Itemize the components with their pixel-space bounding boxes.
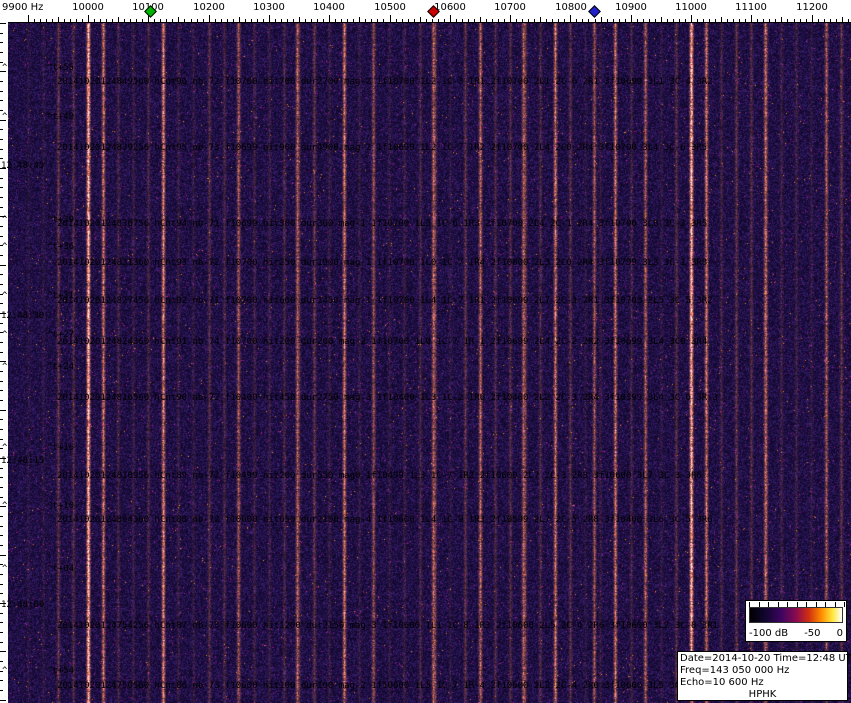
detection-log-line: 20141020124831360 hCnt93 nb-72 f10700 hi… [57, 258, 708, 268]
detection-log-line: 20141020124810956 hCnt89 nb-72 f10499 hi… [57, 471, 702, 481]
colorbar-label-max: 0 [836, 628, 843, 639]
detection-log-line: 20141020124849560 hCnt96 nb-72 f10700 hi… [57, 77, 713, 87]
detection-caret: ^ [2, 63, 8, 73]
info-echo: Echo=10 600 Hz [680, 677, 764, 688]
detection-caret: ^ [2, 666, 8, 676]
colorbar-tick [844, 602, 845, 607]
detection-caret: ^ [2, 242, 8, 252]
spectrogram-window: 9900 Hz100001010010200103001040010500106… [0, 0, 851, 703]
time-label: 12:48:30 [1, 311, 45, 321]
detection-log-line: 20141020124754256 hCnt87 nb-73 f10600 hi… [57, 621, 719, 631]
colorbar-gradient [749, 607, 843, 623]
time-label: 12:48:45 [1, 161, 45, 171]
detection-tag: ^t+10 [47, 501, 75, 511]
colorbar-label-mid: -50 [804, 628, 821, 639]
detection-tag: ^t+24 [47, 362, 75, 372]
detection-tag: ^t+54 [47, 666, 75, 676]
detection-tag: ^t+16 [47, 443, 75, 453]
detection-log-line: 20141020124839256 hCnt95 nb-73 f10699 hi… [57, 143, 708, 153]
detection-caret: ^ [2, 501, 8, 511]
detection-caret: ^ [2, 112, 8, 122]
detection-log-line: 20141020124816560 hCnt90 nb-72 f10400 hi… [57, 393, 719, 403]
colorbar-panel: -100 dB -50 0 [745, 600, 847, 642]
detection-log-line: 20141020124824360 hCnt91 nb-74 f10700 hi… [57, 337, 708, 347]
detection-log-line: 20141020124750560 hCnt86 nb-73 f10600 hi… [57, 681, 713, 691]
detection-log-line: 20141020124827456 hCnt92 nb-71 f10700 hi… [57, 296, 713, 306]
detection-caret: ^ [2, 564, 8, 574]
detection-tag: ^t+04 [47, 564, 75, 574]
detection-log-line: 20141020124836756 hCnt94 nb-71 f10699 hi… [57, 219, 708, 229]
detection-caret: ^ [2, 443, 8, 453]
detection-tag: ^t+36 [47, 242, 75, 252]
info-frequency: Freq=143 050 000 Hz [680, 665, 790, 676]
detection-caret: ^ [8, 36, 14, 46]
detection-caret: ^ [2, 362, 8, 372]
detection-log-line: 20141020124804360 hCnt88 nb-72 f10600 hi… [57, 515, 713, 525]
detection-caret: ^ [2, 215, 8, 225]
colorbar-label-min: -100 dB [749, 628, 789, 639]
colorbar-labels: -100 dB -50 0 [749, 628, 843, 639]
annotation-overlay: 12:48:45 12:48:30 12:48:15 12:48:00 ^ ^t+55 ^ ^… [0, 0, 851, 703]
info-date-time: Date=2014-10-20 Time=12:48 UTC [680, 653, 851, 664]
detection-tag: ^t+49 [47, 112, 75, 122]
detection-caret: ^ [2, 291, 8, 301]
time-label: 12:48:15 [1, 456, 45, 466]
info-station-id: HPHK [748, 689, 777, 700]
time-label: 12:48:00 [1, 600, 45, 610]
detection-tag: ^t+55 [47, 63, 75, 73]
detection-caret: ^ [2, 330, 8, 340]
info-box: Date=2014-10-20 Time=12:48 UTC Freq=143 … [677, 651, 851, 701]
